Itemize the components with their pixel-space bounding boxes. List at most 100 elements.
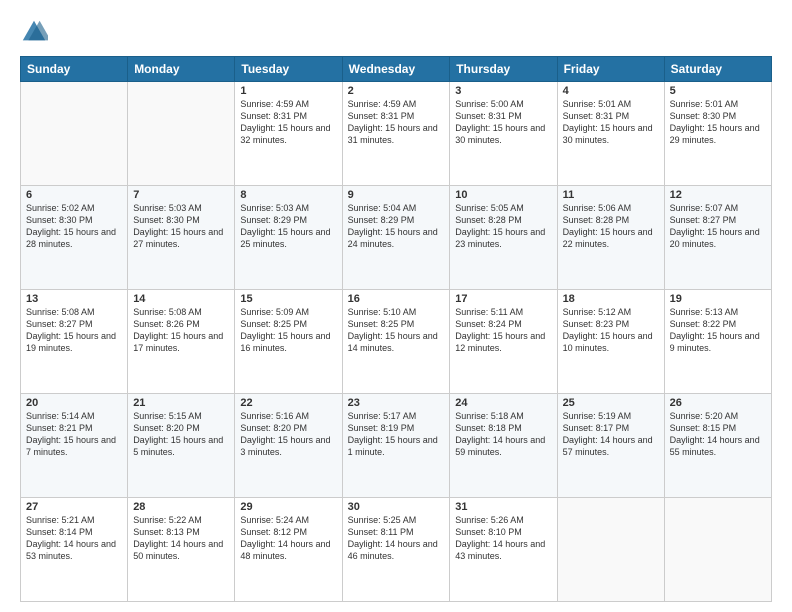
calendar-cell: 15Sunrise: 5:09 AM Sunset: 8:25 PM Dayli… — [235, 290, 342, 394]
day-number: 29 — [240, 501, 336, 513]
calendar-cell: 17Sunrise: 5:11 AM Sunset: 8:24 PM Dayli… — [450, 290, 557, 394]
week-row-1: 1Sunrise: 4:59 AM Sunset: 8:31 PM Daylig… — [21, 82, 772, 186]
logo — [20, 18, 51, 46]
day-info: Sunrise: 5:03 AM Sunset: 8:29 PM Dayligh… — [240, 202, 336, 251]
day-number: 28 — [133, 501, 229, 513]
day-number: 16 — [348, 293, 445, 305]
day-number: 17 — [455, 293, 551, 305]
weekday-header-thursday: Thursday — [450, 57, 557, 82]
page: SundayMondayTuesdayWednesdayThursdayFrid… — [0, 0, 792, 612]
week-row-3: 13Sunrise: 5:08 AM Sunset: 8:27 PM Dayli… — [21, 290, 772, 394]
day-number: 27 — [26, 501, 122, 513]
calendar-cell: 19Sunrise: 5:13 AM Sunset: 8:22 PM Dayli… — [664, 290, 771, 394]
day-number: 19 — [670, 293, 766, 305]
calendar-cell: 20Sunrise: 5:14 AM Sunset: 8:21 PM Dayli… — [21, 394, 128, 498]
day-number: 15 — [240, 293, 336, 305]
calendar-cell: 23Sunrise: 5:17 AM Sunset: 8:19 PM Dayli… — [342, 394, 450, 498]
day-number: 4 — [563, 85, 659, 97]
day-number: 23 — [348, 397, 445, 409]
calendar-cell: 14Sunrise: 5:08 AM Sunset: 8:26 PM Dayli… — [128, 290, 235, 394]
calendar-cell — [128, 82, 235, 186]
calendar-cell: 26Sunrise: 5:20 AM Sunset: 8:15 PM Dayli… — [664, 394, 771, 498]
day-number: 8 — [240, 189, 336, 201]
calendar-cell — [21, 82, 128, 186]
calendar-body: 1Sunrise: 4:59 AM Sunset: 8:31 PM Daylig… — [21, 82, 772, 602]
day-info: Sunrise: 5:17 AM Sunset: 8:19 PM Dayligh… — [348, 410, 445, 459]
calendar-cell: 11Sunrise: 5:06 AM Sunset: 8:28 PM Dayli… — [557, 186, 664, 290]
day-number: 11 — [563, 189, 659, 201]
day-info: Sunrise: 5:11 AM Sunset: 8:24 PM Dayligh… — [455, 306, 551, 355]
calendar-cell: 1Sunrise: 4:59 AM Sunset: 8:31 PM Daylig… — [235, 82, 342, 186]
calendar-cell: 24Sunrise: 5:18 AM Sunset: 8:18 PM Dayli… — [450, 394, 557, 498]
calendar-cell: 6Sunrise: 5:02 AM Sunset: 8:30 PM Daylig… — [21, 186, 128, 290]
day-info: Sunrise: 5:02 AM Sunset: 8:30 PM Dayligh… — [26, 202, 122, 251]
day-info: Sunrise: 5:08 AM Sunset: 8:27 PM Dayligh… — [26, 306, 122, 355]
day-info: Sunrise: 5:06 AM Sunset: 8:28 PM Dayligh… — [563, 202, 659, 251]
day-info: Sunrise: 5:09 AM Sunset: 8:25 PM Dayligh… — [240, 306, 336, 355]
day-number: 22 — [240, 397, 336, 409]
calendar-cell: 22Sunrise: 5:16 AM Sunset: 8:20 PM Dayli… — [235, 394, 342, 498]
day-number: 2 — [348, 85, 445, 97]
day-info: Sunrise: 5:04 AM Sunset: 8:29 PM Dayligh… — [348, 202, 445, 251]
calendar-table: SundayMondayTuesdayWednesdayThursdayFrid… — [20, 56, 772, 602]
calendar-cell: 18Sunrise: 5:12 AM Sunset: 8:23 PM Dayli… — [557, 290, 664, 394]
day-info: Sunrise: 5:01 AM Sunset: 8:31 PM Dayligh… — [563, 98, 659, 147]
week-row-5: 27Sunrise: 5:21 AM Sunset: 8:14 PM Dayli… — [21, 498, 772, 602]
day-number: 7 — [133, 189, 229, 201]
day-info: Sunrise: 5:19 AM Sunset: 8:17 PM Dayligh… — [563, 410, 659, 459]
day-number: 1 — [240, 85, 336, 97]
day-info: Sunrise: 5:03 AM Sunset: 8:30 PM Dayligh… — [133, 202, 229, 251]
weekday-header-saturday: Saturday — [664, 57, 771, 82]
day-number: 3 — [455, 85, 551, 97]
day-info: Sunrise: 5:16 AM Sunset: 8:20 PM Dayligh… — [240, 410, 336, 459]
day-info: Sunrise: 5:20 AM Sunset: 8:15 PM Dayligh… — [670, 410, 766, 459]
calendar-cell: 3Sunrise: 5:00 AM Sunset: 8:31 PM Daylig… — [450, 82, 557, 186]
day-info: Sunrise: 5:00 AM Sunset: 8:31 PM Dayligh… — [455, 98, 551, 147]
calendar-cell: 9Sunrise: 5:04 AM Sunset: 8:29 PM Daylig… — [342, 186, 450, 290]
day-info: Sunrise: 5:12 AM Sunset: 8:23 PM Dayligh… — [563, 306, 659, 355]
day-info: Sunrise: 5:15 AM Sunset: 8:20 PM Dayligh… — [133, 410, 229, 459]
day-number: 12 — [670, 189, 766, 201]
calendar-cell: 5Sunrise: 5:01 AM Sunset: 8:30 PM Daylig… — [664, 82, 771, 186]
day-number: 18 — [563, 293, 659, 305]
day-number: 6 — [26, 189, 122, 201]
day-number: 10 — [455, 189, 551, 201]
day-info: Sunrise: 5:08 AM Sunset: 8:26 PM Dayligh… — [133, 306, 229, 355]
day-info: Sunrise: 5:18 AM Sunset: 8:18 PM Dayligh… — [455, 410, 551, 459]
day-number: 31 — [455, 501, 551, 513]
calendar-cell — [664, 498, 771, 602]
calendar-cell: 21Sunrise: 5:15 AM Sunset: 8:20 PM Dayli… — [128, 394, 235, 498]
day-number: 21 — [133, 397, 229, 409]
calendar-cell: 8Sunrise: 5:03 AM Sunset: 8:29 PM Daylig… — [235, 186, 342, 290]
day-info: Sunrise: 5:10 AM Sunset: 8:25 PM Dayligh… — [348, 306, 445, 355]
day-number: 13 — [26, 293, 122, 305]
calendar-cell: 12Sunrise: 5:07 AM Sunset: 8:27 PM Dayli… — [664, 186, 771, 290]
day-info: Sunrise: 5:21 AM Sunset: 8:14 PM Dayligh… — [26, 514, 122, 563]
day-info: Sunrise: 5:26 AM Sunset: 8:10 PM Dayligh… — [455, 514, 551, 563]
calendar-cell: 30Sunrise: 5:25 AM Sunset: 8:11 PM Dayli… — [342, 498, 450, 602]
day-number: 14 — [133, 293, 229, 305]
day-info: Sunrise: 5:07 AM Sunset: 8:27 PM Dayligh… — [670, 202, 766, 251]
calendar-header: SundayMondayTuesdayWednesdayThursdayFrid… — [21, 57, 772, 82]
calendar-cell: 10Sunrise: 5:05 AM Sunset: 8:28 PM Dayli… — [450, 186, 557, 290]
day-number: 25 — [563, 397, 659, 409]
calendar-cell: 7Sunrise: 5:03 AM Sunset: 8:30 PM Daylig… — [128, 186, 235, 290]
day-number: 30 — [348, 501, 445, 513]
weekday-header-sunday: Sunday — [21, 57, 128, 82]
week-row-4: 20Sunrise: 5:14 AM Sunset: 8:21 PM Dayli… — [21, 394, 772, 498]
calendar-cell: 16Sunrise: 5:10 AM Sunset: 8:25 PM Dayli… — [342, 290, 450, 394]
calendar-cell: 4Sunrise: 5:01 AM Sunset: 8:31 PM Daylig… — [557, 82, 664, 186]
weekday-header-friday: Friday — [557, 57, 664, 82]
day-info: Sunrise: 5:14 AM Sunset: 8:21 PM Dayligh… — [26, 410, 122, 459]
weekday-header-monday: Monday — [128, 57, 235, 82]
day-number: 20 — [26, 397, 122, 409]
weekday-header-row: SundayMondayTuesdayWednesdayThursdayFrid… — [21, 57, 772, 82]
calendar-cell — [557, 498, 664, 602]
calendar-cell: 25Sunrise: 5:19 AM Sunset: 8:17 PM Dayli… — [557, 394, 664, 498]
day-number: 5 — [670, 85, 766, 97]
calendar-cell: 13Sunrise: 5:08 AM Sunset: 8:27 PM Dayli… — [21, 290, 128, 394]
day-number: 26 — [670, 397, 766, 409]
calendar-cell: 28Sunrise: 5:22 AM Sunset: 8:13 PM Dayli… — [128, 498, 235, 602]
weekday-header-wednesday: Wednesday — [342, 57, 450, 82]
week-row-2: 6Sunrise: 5:02 AM Sunset: 8:30 PM Daylig… — [21, 186, 772, 290]
